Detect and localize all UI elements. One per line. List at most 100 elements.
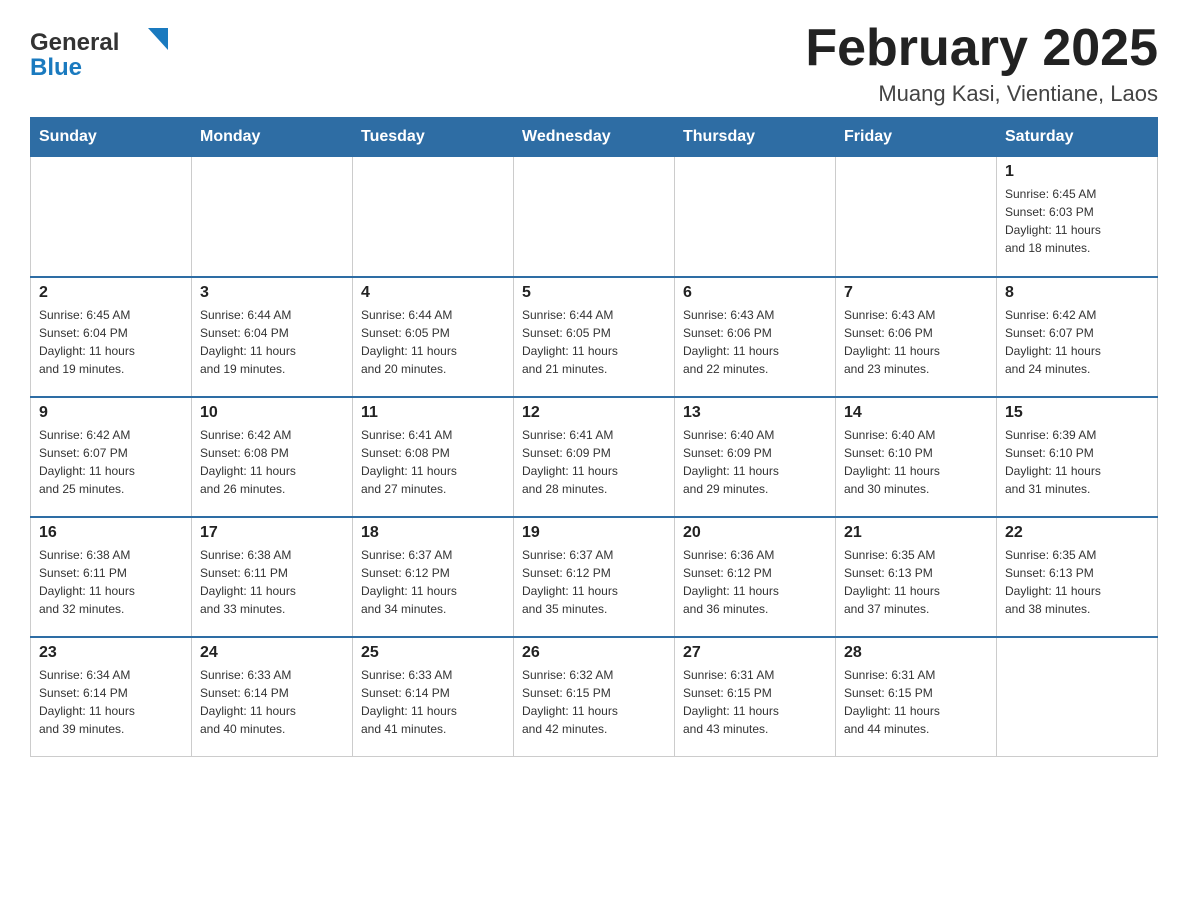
day-info: Sunrise: 6:37 AMSunset: 6:12 PMDaylight:… (522, 546, 666, 618)
day-info: Sunrise: 6:44 AMSunset: 6:05 PMDaylight:… (361, 306, 505, 378)
day-number: 3 (200, 284, 344, 302)
day-info: Sunrise: 6:40 AMSunset: 6:10 PMDaylight:… (844, 426, 988, 498)
calendar-cell: 16Sunrise: 6:38 AMSunset: 6:11 PMDayligh… (31, 517, 192, 637)
calendar-cell: 3 Sunrise: 6:44 AMSunset: 6:04 PMDaylight… (192, 277, 353, 397)
day-info: Sunrise: 6:43 AMSunset: 6:06 PMDaylight:… (683, 306, 827, 378)
calendar-cell (514, 157, 675, 277)
day-info: Sunrise: 6:35 AMSunset: 6:13 PMDaylight:… (844, 546, 988, 618)
calendar-cell: 11 Sunrise: 6:41 AMSunset: 6:08 PMDayligh… (353, 397, 514, 517)
day-number: 14 (844, 404, 988, 422)
day-number: 17 (200, 524, 344, 542)
weekday-header-saturday: Saturday (997, 118, 1158, 157)
calendar-cell: 20 Sunrise: 6:36 AMSunset: 6:12 PMDayligh… (675, 517, 836, 637)
day-number: 28 (844, 644, 988, 662)
day-info: Sunrise: 6:42 AMSunset: 6:07 PMDaylight:… (1005, 306, 1149, 378)
day-info: Sunrise: 6:34 AMSunset: 6:14 PMDaylight:… (39, 666, 183, 738)
page-subtitle: Muang Kasi, Vientiane, Laos (805, 81, 1158, 107)
day-info: Sunrise: 6:42 AMSunset: 6:08 PMDaylight:… (200, 426, 344, 498)
calendar-cell (836, 157, 997, 277)
day-number: 6 (683, 284, 827, 302)
day-number: 8 (1005, 284, 1149, 302)
weekday-header-thursday: Thursday (675, 118, 836, 157)
calendar-cell: 15 Sunrise: 6:39 AMSunset: 6:10 PMDayligh… (997, 397, 1158, 517)
day-number: 9 (39, 404, 183, 422)
calendar-cell (675, 157, 836, 277)
calendar-cell: 10 Sunrise: 6:42 AMSunset: 6:08 PMDayligh… (192, 397, 353, 517)
day-info: Sunrise: 6:31 AMSunset: 6:15 PMDaylight:… (844, 666, 988, 738)
day-number: 26 (522, 644, 666, 662)
day-info: Sunrise: 6:36 AMSunset: 6:12 PMDaylight:… (683, 546, 827, 618)
calendar-cell: 22 Sunrise: 6:35 AMSunset: 6:13 PMDayligh… (997, 517, 1158, 637)
calendar-cell: 27 Sunrise: 6:31 AMSunset: 6:15 PMDayligh… (675, 637, 836, 757)
weekday-header-friday: Friday (836, 118, 997, 157)
day-number: 11 (361, 404, 505, 422)
calendar-cell: 1 Sunrise: 6:45 AMSunset: 6:03 PMDaylight… (997, 157, 1158, 277)
day-info: Sunrise: 6:39 AMSunset: 6:10 PMDaylight:… (1005, 426, 1149, 498)
weekday-header-monday: Monday (192, 118, 353, 157)
calendar-cell (192, 157, 353, 277)
weekday-header-sunday: Sunday (31, 118, 192, 157)
day-info: Sunrise: 6:44 AMSunset: 6:04 PMDaylight:… (200, 306, 344, 378)
calendar-cell: 28 Sunrise: 6:31 AMSunset: 6:15 PMDayligh… (836, 637, 997, 757)
calendar-cell: 18 Sunrise: 6:37 AMSunset: 6:12 PMDayligh… (353, 517, 514, 637)
calendar-cell: 9Sunrise: 6:42 AMSunset: 6:07 PMDaylight… (31, 397, 192, 517)
calendar-cell: 13Sunrise: 6:40 AMSunset: 6:09 PMDayligh… (675, 397, 836, 517)
calendar-cell: 23 Sunrise: 6:34 AMSunset: 6:14 PMDayligh… (31, 637, 192, 757)
calendar-cell: 21 Sunrise: 6:35 AMSunset: 6:13 PMDayligh… (836, 517, 997, 637)
calendar-week-1: 1 Sunrise: 6:45 AMSunset: 6:03 PMDaylight… (31, 157, 1158, 277)
day-info: Sunrise: 6:38 AMSunset: 6:11 PMDaylight:… (39, 546, 183, 618)
calendar-week-5: 23 Sunrise: 6:34 AMSunset: 6:14 PMDayligh… (31, 637, 1158, 757)
day-info: Sunrise: 6:43 AMSunset: 6:06 PMDaylight:… (844, 306, 988, 378)
day-number: 7 (844, 284, 988, 302)
day-number: 12 (522, 404, 666, 422)
day-number: 27 (683, 644, 827, 662)
calendar-cell: 14 Sunrise: 6:40 AMSunset: 6:10 PMDayligh… (836, 397, 997, 517)
calendar-cell: 12 Sunrise: 6:41 AMSunset: 6:09 PMDayligh… (514, 397, 675, 517)
calendar-cell: 5Sunrise: 6:44 AMSunset: 6:05 PMDaylight… (514, 277, 675, 397)
calendar-cell: 7 Sunrise: 6:43 AMSunset: 6:06 PMDaylight… (836, 277, 997, 397)
day-info: Sunrise: 6:38 AMSunset: 6:11 PMDaylight:… (200, 546, 344, 618)
day-info: Sunrise: 6:37 AMSunset: 6:12 PMDaylight:… (361, 546, 505, 618)
day-info: Sunrise: 6:41 AMSunset: 6:09 PMDaylight:… (522, 426, 666, 498)
day-number: 23 (39, 644, 183, 662)
day-number: 1 (1005, 163, 1149, 181)
day-info: Sunrise: 6:45 AMSunset: 6:03 PMDaylight:… (1005, 185, 1149, 257)
calendar-cell: 24 Sunrise: 6:33 AMSunset: 6:14 PMDayligh… (192, 637, 353, 757)
calendar-week-3: 9Sunrise: 6:42 AMSunset: 6:07 PMDaylight… (31, 397, 1158, 517)
day-number: 5 (522, 284, 666, 302)
page-title: February 2025 (805, 20, 1158, 77)
calendar-header-row: SundayMondayTuesdayWednesdayThursdayFrid… (31, 118, 1158, 157)
calendar-cell: 8 Sunrise: 6:42 AMSunset: 6:07 PMDaylight… (997, 277, 1158, 397)
day-number: 19 (522, 524, 666, 542)
day-number: 20 (683, 524, 827, 542)
calendar-cell: 26Sunrise: 6:32 AMSunset: 6:15 PMDayligh… (514, 637, 675, 757)
day-number: 21 (844, 524, 988, 542)
calendar-table: SundayMondayTuesdayWednesdayThursdayFrid… (30, 117, 1158, 757)
day-number: 2 (39, 284, 183, 302)
day-info: Sunrise: 6:33 AMSunset: 6:14 PMDaylight:… (361, 666, 505, 738)
calendar-cell: 17 Sunrise: 6:38 AMSunset: 6:11 PMDayligh… (192, 517, 353, 637)
day-info: Sunrise: 6:40 AMSunset: 6:09 PMDaylight:… (683, 426, 827, 498)
svg-text:General: General (30, 29, 119, 56)
page-header: General Blue February 2025 Muang Kasi, V… (30, 20, 1158, 107)
day-number: 4 (361, 284, 505, 302)
day-number: 18 (361, 524, 505, 542)
title-block: February 2025 Muang Kasi, Vientiane, Lao… (805, 20, 1158, 107)
calendar-cell: 19 Sunrise: 6:37 AMSunset: 6:12 PMDayligh… (514, 517, 675, 637)
calendar-cell: 4 Sunrise: 6:44 AMSunset: 6:05 PMDaylight… (353, 277, 514, 397)
day-info: Sunrise: 6:35 AMSunset: 6:13 PMDaylight:… (1005, 546, 1149, 618)
day-number: 15 (1005, 404, 1149, 422)
day-number: 24 (200, 644, 344, 662)
day-number: 25 (361, 644, 505, 662)
weekday-header-wednesday: Wednesday (514, 118, 675, 157)
day-info: Sunrise: 6:33 AMSunset: 6:14 PMDaylight:… (200, 666, 344, 738)
calendar-cell (353, 157, 514, 277)
day-info: Sunrise: 6:41 AMSunset: 6:08 PMDaylight:… (361, 426, 505, 498)
calendar-cell: 2Sunrise: 6:45 AMSunset: 6:04 PMDaylight… (31, 277, 192, 397)
calendar-week-4: 16Sunrise: 6:38 AMSunset: 6:11 PMDayligh… (31, 517, 1158, 637)
day-number: 22 (1005, 524, 1149, 542)
day-info: Sunrise: 6:31 AMSunset: 6:15 PMDaylight:… (683, 666, 827, 738)
day-number: 10 (200, 404, 344, 422)
logo: General Blue (30, 20, 190, 89)
calendar-cell: 25 Sunrise: 6:33 AMSunset: 6:14 PMDayligh… (353, 637, 514, 757)
